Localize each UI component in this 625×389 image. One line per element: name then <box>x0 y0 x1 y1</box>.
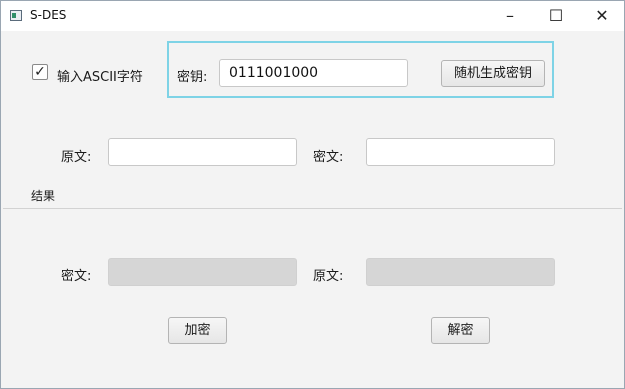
checkmark-icon: ✓ <box>34 64 46 80</box>
decrypt-button[interactable]: 解密 <box>431 317 490 344</box>
app-icon <box>10 10 22 21</box>
ciphertext-result-field[interactable] <box>108 258 297 286</box>
title-bar: S-DES – ☐ ✕ <box>1 1 624 31</box>
plaintext-input-label: 原文: <box>61 150 92 165</box>
ciphertext-input[interactable] <box>366 138 555 166</box>
plaintext-result-label: 原文: <box>313 269 344 284</box>
results-section-label: 结果 <box>31 189 56 203</box>
close-icon: ✕ <box>595 6 609 25</box>
app-window: S-DES – ☐ ✕ ✓ 输入ASCII字符 密钥: 0111001000 随… <box>0 0 625 389</box>
results-divider <box>3 208 622 209</box>
minimize-button[interactable]: – <box>487 1 533 31</box>
ascii-checkbox[interactable]: ✓ <box>32 64 48 80</box>
close-button[interactable]: ✕ <box>579 1 625 31</box>
key-input[interactable]: 0111001000 <box>219 59 408 87</box>
minimize-icon: – <box>506 6 514 25</box>
ciphertext-input-label: 密文: <box>313 150 344 165</box>
plaintext-input[interactable] <box>108 138 297 166</box>
maximize-button[interactable]: ☐ <box>533 1 579 31</box>
plaintext-result-field[interactable] <box>366 258 555 286</box>
window-title: S-DES <box>30 8 67 22</box>
key-label: 密钥: <box>177 70 208 85</box>
ciphertext-result-label: 密文: <box>61 269 92 284</box>
maximize-icon: ☐ <box>548 6 564 25</box>
ascii-checkbox-label: 输入ASCII字符 <box>57 70 143 85</box>
random-key-button[interactable]: 随机生成密钥 <box>441 60 545 87</box>
encrypt-button[interactable]: 加密 <box>168 317 227 344</box>
